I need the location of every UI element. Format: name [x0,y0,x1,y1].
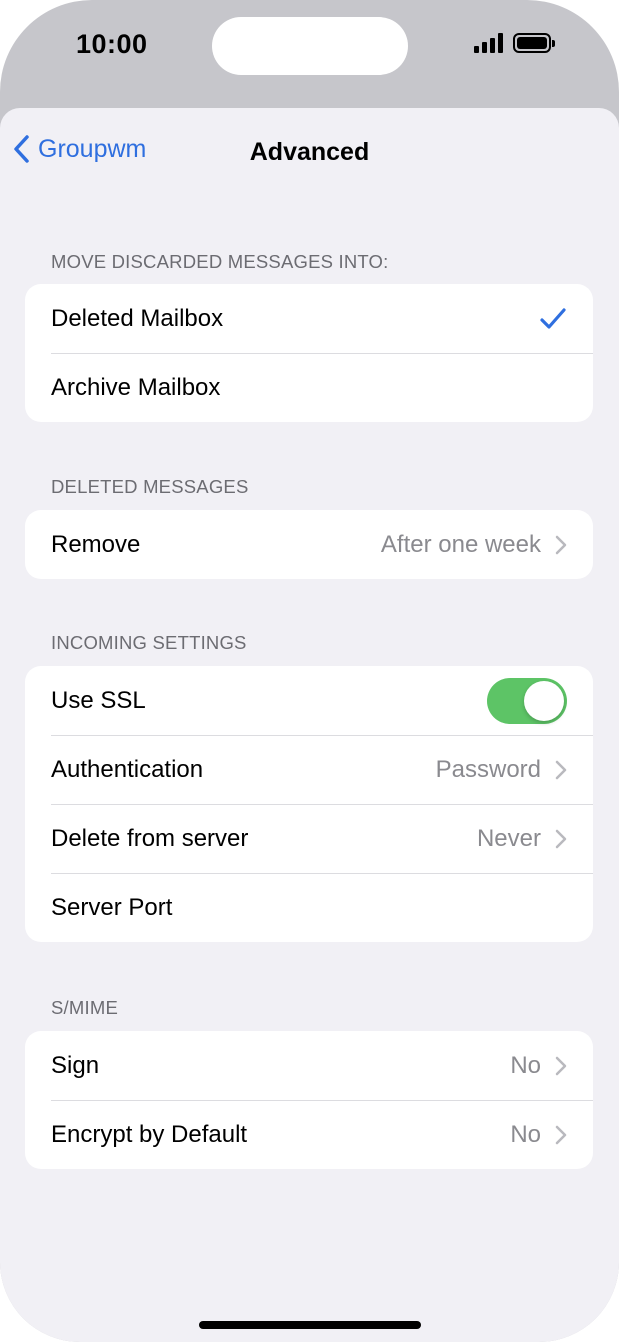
row-value: No [510,1120,541,1148]
device-frame: 10:00 Groupwm Advanced MOVE DISCARDED ME… [0,0,619,1342]
deleted-messages-group: Remove After one week [25,510,593,579]
row-label: Sign [51,1051,100,1079]
status-bar: 10:00 [0,0,619,100]
section-header-incoming: INCOMING SETTINGS [51,632,247,653]
smime-group: Sign No Encrypt by Default No [25,1031,593,1169]
option-archive-mailbox[interactable]: Archive Mailbox [25,353,593,422]
row-label: Authentication [51,755,204,783]
use-ssl-toggle[interactable] [487,677,567,724]
incoming-settings-group: Use SSL Authentication Password Delete f… [25,666,593,942]
row-remove[interactable]: Remove After one week [25,510,593,579]
status-icons [474,33,555,53]
row-label: Use SSL [51,686,146,714]
status-time: 10:00 [76,29,148,59]
row-label: Remove [51,530,141,558]
checkmark-icon [540,307,566,329]
row-label: Deleted Mailbox [51,304,224,332]
row-value: No [510,1051,541,1079]
chevron-right-icon [555,1125,567,1144]
chevron-right-icon [555,829,567,848]
home-indicator[interactable] [199,1321,421,1329]
section-header-deleted: DELETED MESSAGES [51,476,249,497]
row-encrypt-by-default[interactable]: Encrypt by Default No [25,1100,593,1169]
discarded-options-group: Deleted Mailbox Archive Mailbox [25,284,593,422]
row-label: Server Port [51,893,173,921]
row-label: Archive Mailbox [51,373,221,401]
section-header-smime: S/MIME [51,997,118,1018]
row-sign[interactable]: Sign No [25,1031,593,1100]
option-deleted-mailbox[interactable]: Deleted Mailbox [25,284,593,353]
page-title: Advanced [249,138,370,166]
row-value: Password [435,755,541,783]
row-server-port[interactable]: Server Port [25,873,593,942]
row-authentication[interactable]: Authentication Password [25,735,593,804]
row-delete-from-server[interactable]: Delete from server Never [25,804,593,873]
row-use-ssl: Use SSL [25,666,593,735]
row-label: Encrypt by Default [51,1120,248,1148]
settings-sheet: Groupwm Advanced MOVE DISCARDED MESSAGES… [0,108,619,1342]
row-value: Never [476,824,541,852]
chevron-right-icon [555,760,567,779]
cellular-signal-icon [474,33,503,53]
chevron-right-icon [555,535,567,554]
dynamic-island [212,17,408,75]
battery-icon [513,33,555,53]
section-header-discarded: MOVE DISCARDED MESSAGES INTO: [51,251,389,272]
navigation-bar: Groupwm Advanced [0,108,619,200]
row-label: Delete from server [51,824,249,852]
chevron-right-icon [555,1056,567,1075]
row-value: After one week [380,530,541,558]
toggle-knob [524,680,564,721]
